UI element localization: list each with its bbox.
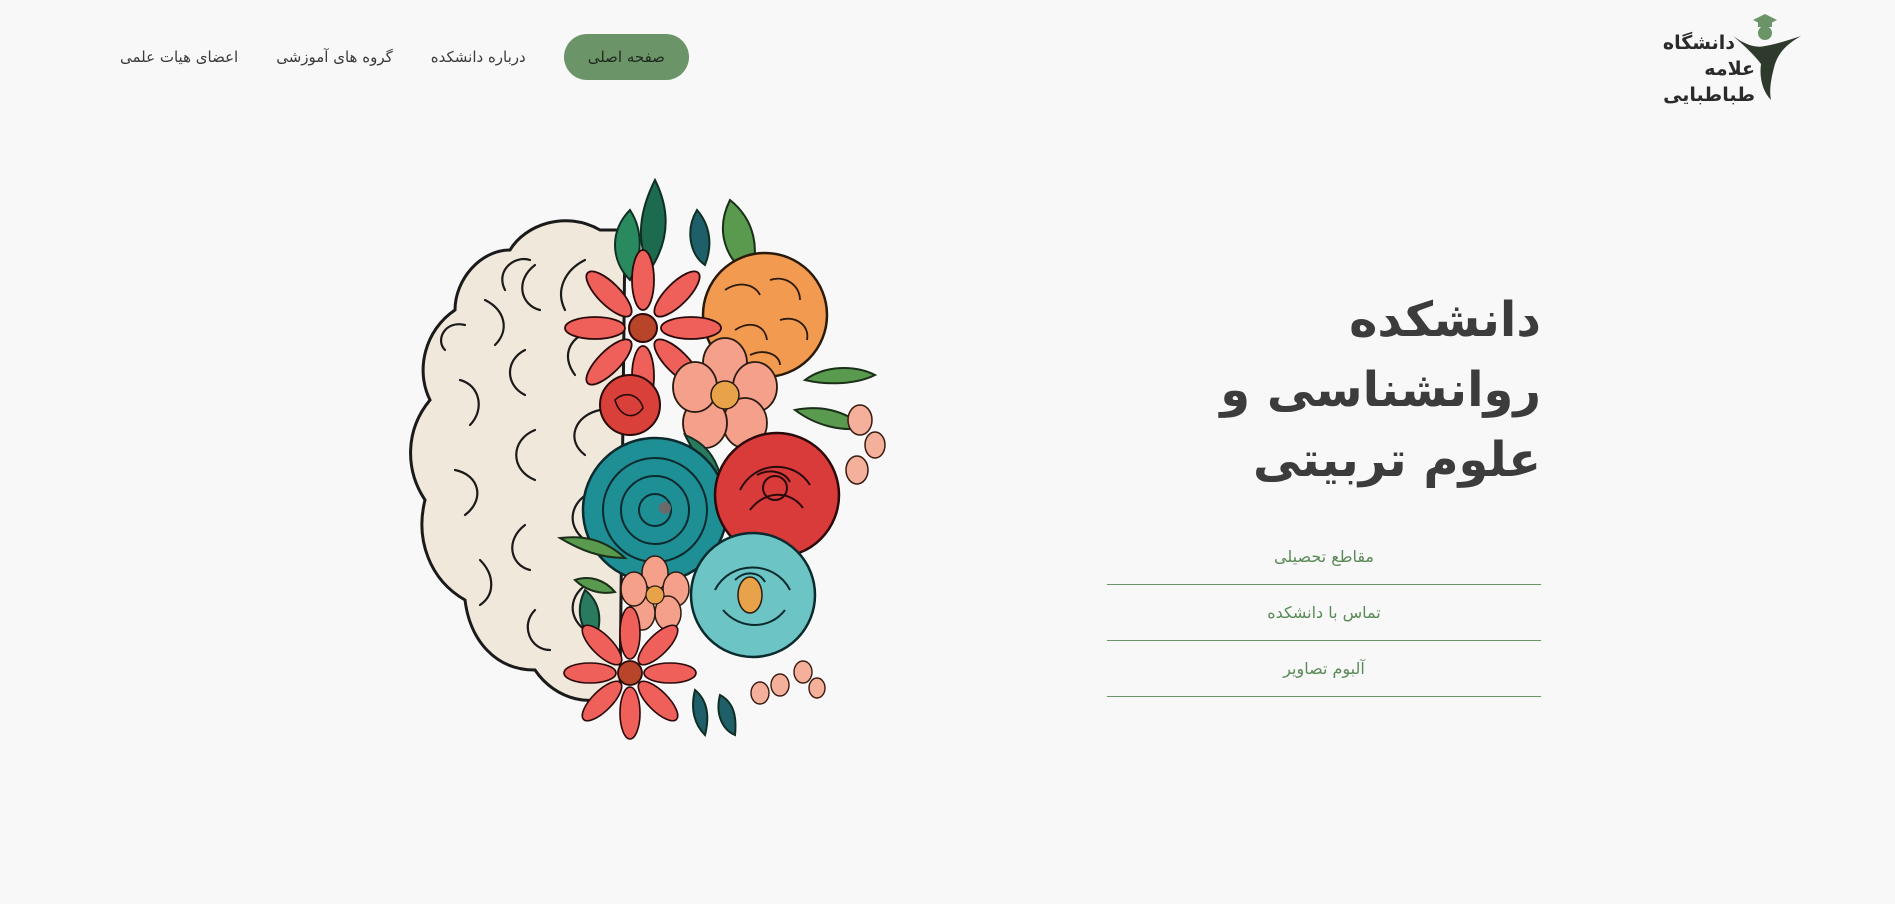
university-logo[interactable]: دانشگاه علامه طباطبایی — [1625, 12, 1805, 106]
link-degrees[interactable]: مقاطع تحصیلی — [1107, 529, 1541, 585]
title-line1: دانشکده روانشناسی و — [1220, 292, 1541, 418]
logo-line1: دانشگاه — [1662, 32, 1735, 54]
logo-text: دانشگاه علامه طباطبایی — [1625, 30, 1755, 108]
nav-faculty[interactable]: اعضای هیات علمی — [120, 48, 238, 66]
title-line2: علوم تربیتی — [1252, 432, 1541, 488]
link-gallery[interactable]: آلبوم تصاویر — [1107, 641, 1541, 697]
quick-links: مقاطع تحصیلی تماس با دانشکده آلبوم تصاوی… — [1107, 529, 1541, 697]
nav-home[interactable]: صفحه اصلی — [563, 34, 689, 80]
site-header: صفحه اصلی درباره دانشکده گروه های آموزشی… — [0, 0, 1895, 115]
main-nav: صفحه اصلی درباره دانشکده گروه های آموزشی… — [120, 34, 689, 80]
logo-line2: علامه طباطبایی — [1663, 58, 1755, 106]
page-title: دانشکده روانشناسی و علوم تربیتی — [1107, 285, 1541, 495]
nav-about[interactable]: درباره دانشکده — [431, 48, 526, 66]
nav-departments[interactable]: گروه های آموزشی — [276, 48, 393, 66]
hero-content: دانشکده روانشناسی و علوم تربیتی مقاطع تح… — [1107, 285, 1541, 697]
link-contact[interactable]: تماس با دانشکده — [1107, 585, 1541, 641]
brain-with-flowers-illustration — [385, 170, 895, 740]
